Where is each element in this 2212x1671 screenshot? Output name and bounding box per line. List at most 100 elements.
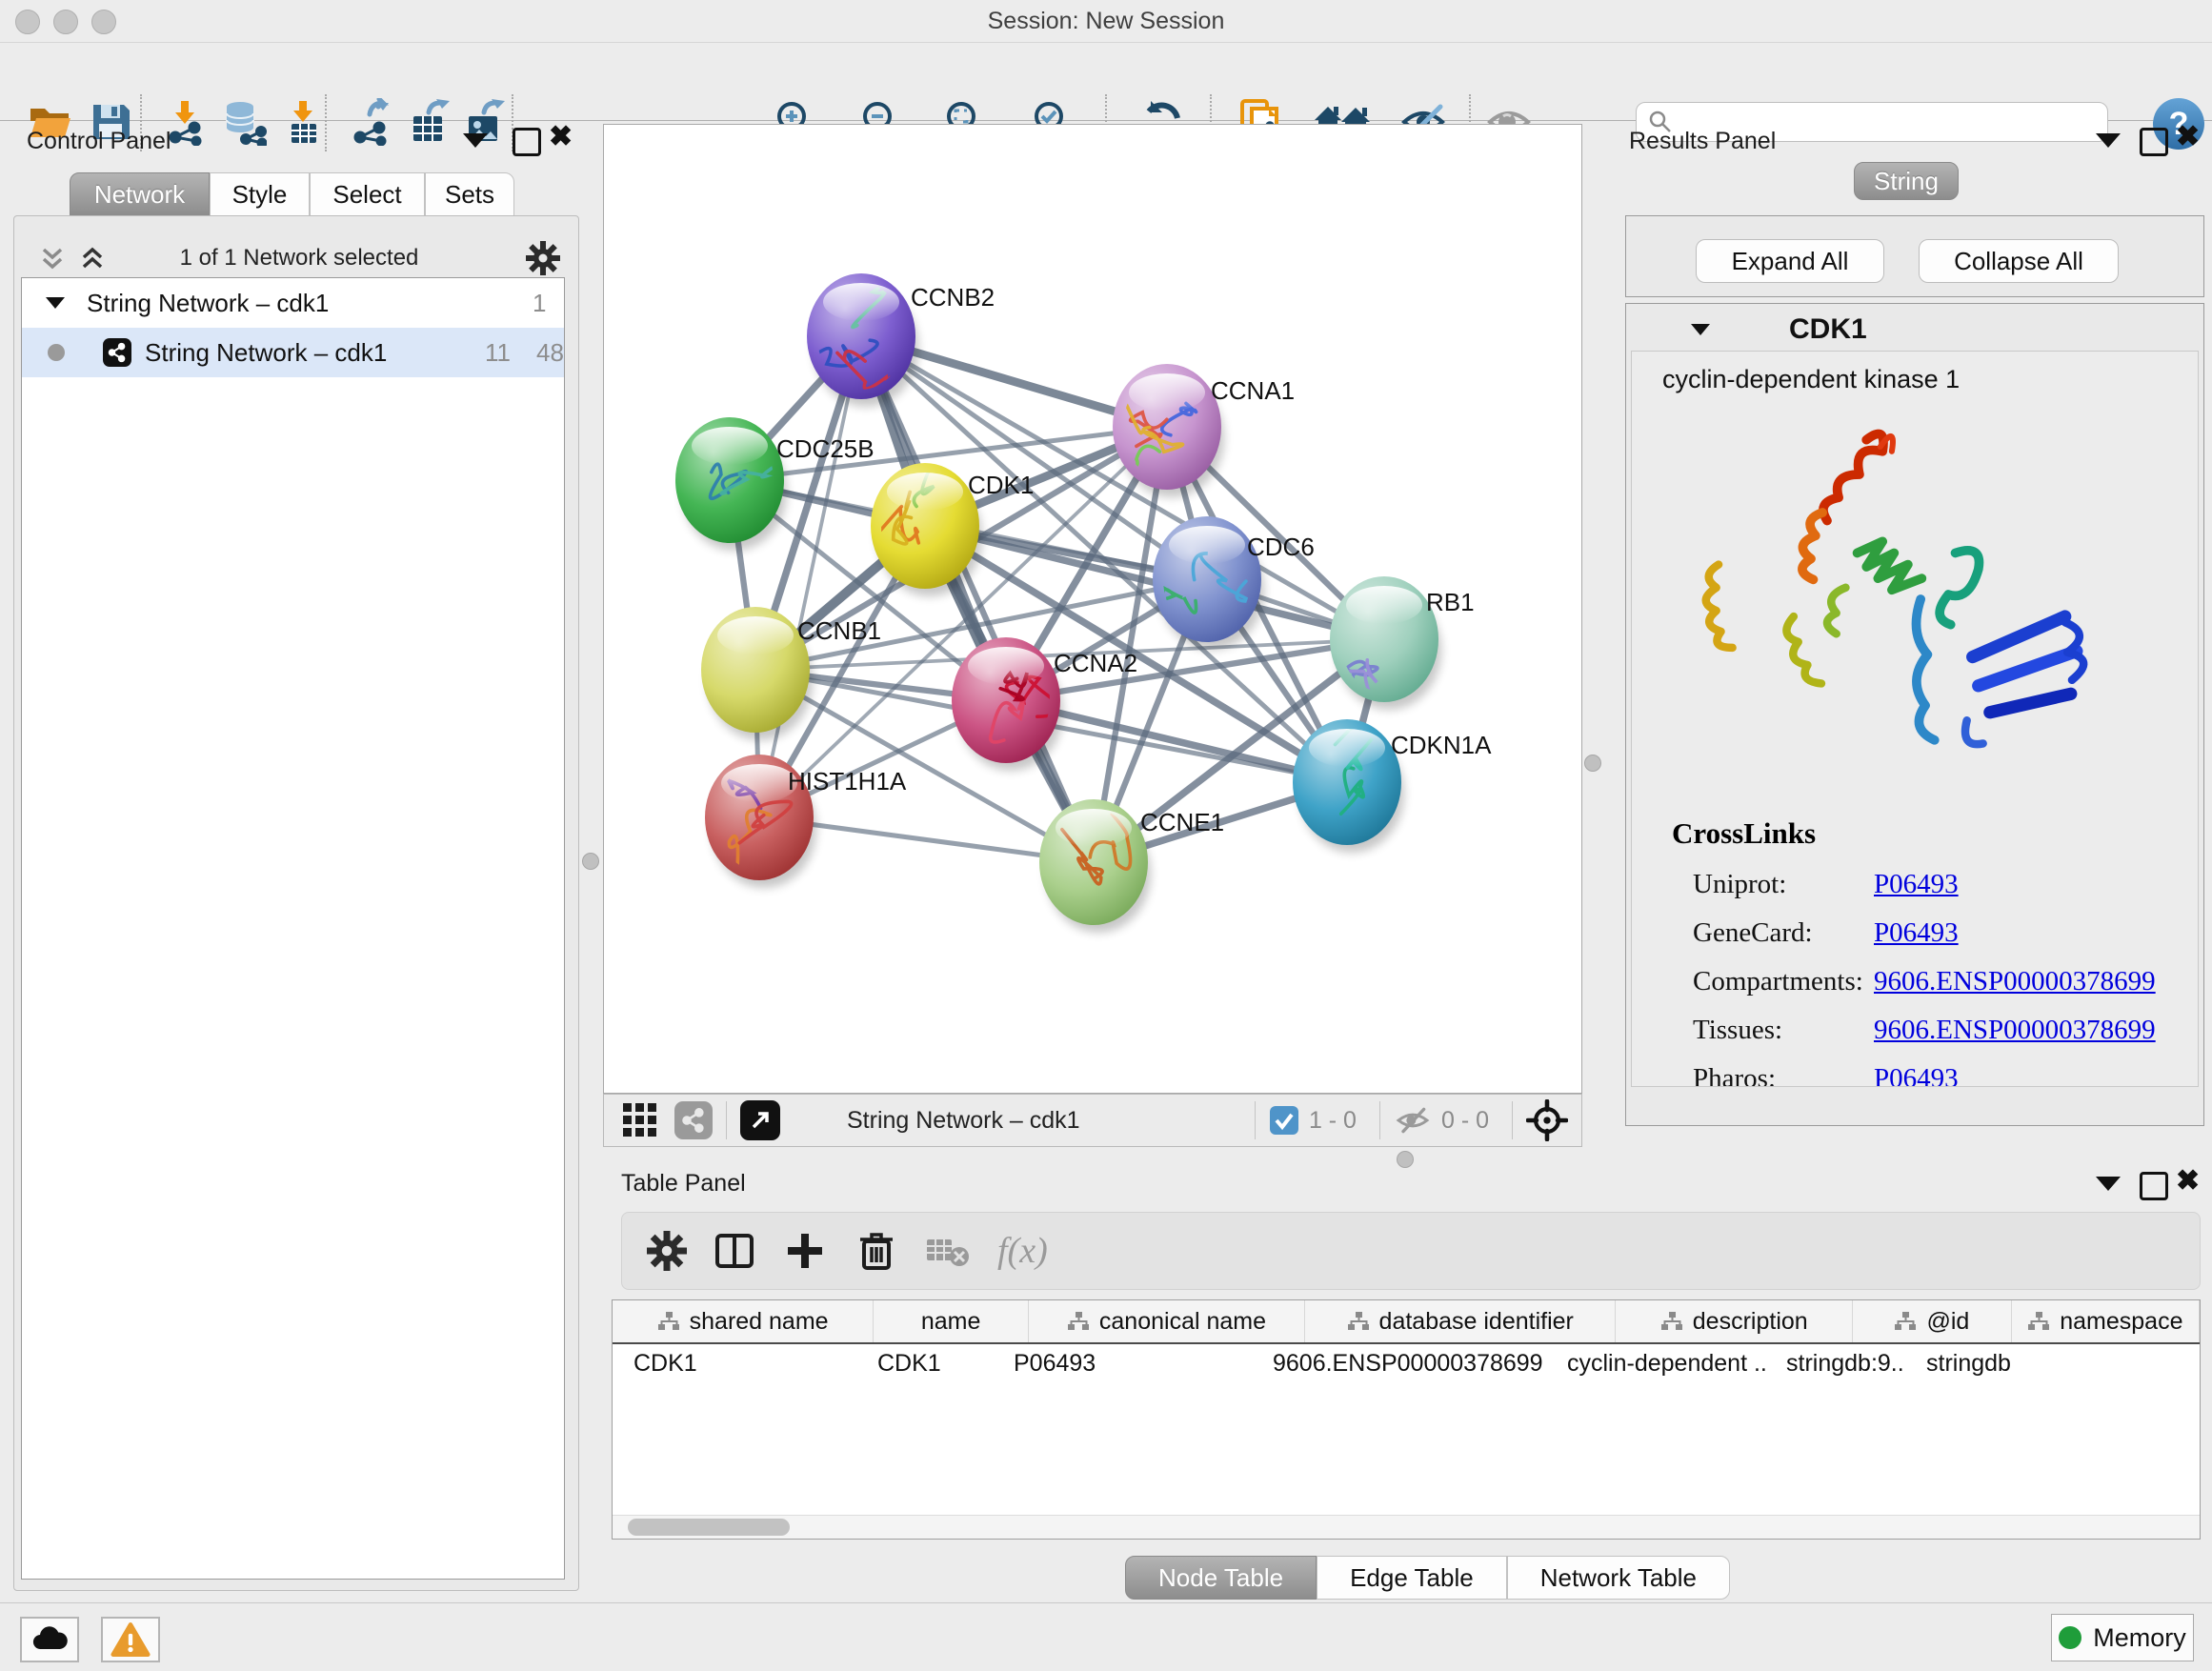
crosslink-link[interactable]: P06493 (1874, 917, 1959, 949)
crosslink-label: Compartments: (1693, 966, 1874, 997)
table-cell[interactable]: 9606.ENSP00000378699 (1252, 1350, 1546, 1378)
tab-node-table[interactable]: Node Table (1125, 1556, 1317, 1600)
network-list-toolbar: 1 of 1 Network selected (23, 238, 568, 278)
panel-float-icon[interactable] (2140, 1172, 2168, 1200)
crosslink-row: GeneCard:P06493 (1693, 909, 2156, 957)
crosshair-icon[interactable] (1526, 1099, 1568, 1141)
panel-close-icon[interactable]: ✖ (2176, 1170, 2200, 1193)
status-bar: Memory (0, 1602, 2212, 1671)
tab-sets[interactable]: Sets (425, 172, 514, 216)
table-horizontal-scrollbar[interactable] (613, 1515, 2200, 1539)
panel-menu-icon[interactable] (463, 133, 488, 148)
gene-section-header[interactable]: CDK1 (1631, 309, 2199, 352)
gene-details: cyclin-dependent kinase 1 (1631, 351, 2199, 1087)
hidden-eye-icon (1394, 1101, 1432, 1139)
export-network-icon[interactable] (349, 98, 394, 146)
collapse-all-icon[interactable] (36, 242, 69, 274)
right-splitter-handle[interactable] (1584, 755, 1601, 772)
crosslink-link[interactable]: 9606.ENSP00000378699 (1874, 1015, 2156, 1046)
table-cell[interactable]: CDK1 (613, 1350, 856, 1378)
network-icon (103, 338, 131, 367)
panel-float-icon[interactable] (513, 128, 541, 156)
panel-close-icon[interactable]: ✖ (549, 126, 573, 149)
network-tree-root-row[interactable]: String Network – cdk1 1 (22, 278, 564, 328)
crosslink-row: Tissues:9606.ENSP00000378699 (1693, 1006, 2156, 1055)
left-splitter-handle[interactable] (582, 853, 599, 870)
tab-network[interactable]: Network (70, 172, 210, 216)
add-column-icon[interactable] (784, 1230, 826, 1272)
column-type-icon (1660, 1311, 1683, 1332)
memory-status-dot (2059, 1626, 2081, 1649)
collapse-section-icon[interactable] (1688, 317, 1713, 342)
birds-eye-view-icon[interactable] (740, 1100, 780, 1140)
warning-button[interactable] (101, 1617, 160, 1662)
control-panel-title: Control Panel (27, 128, 171, 155)
collapse-all-button[interactable]: Collapse All (1919, 239, 2119, 283)
import-table-icon[interactable] (280, 98, 326, 146)
tab-style[interactable]: Style (210, 172, 310, 216)
panel-float-icon[interactable] (2140, 128, 2168, 156)
expand-all-icon[interactable] (76, 242, 109, 274)
tab-network-table[interactable]: Network Table (1507, 1556, 1730, 1600)
panel-menu-icon[interactable] (2096, 133, 2121, 148)
export-table-icon[interactable] (406, 98, 452, 146)
table-cell[interactable]: stringdb (1905, 1350, 2075, 1378)
column-header[interactable]: shared name (613, 1300, 874, 1342)
protein-structure-image (1679, 414, 2127, 795)
main-toolbar: ? (0, 43, 2212, 121)
gear-icon[interactable] (526, 241, 560, 275)
network-graph[interactable]: CCNB2CCNA1CDC25BCDK1CDC6RB1CCNB1CCNA2CDK… (604, 125, 1581, 1093)
node-count: 11 (485, 338, 511, 368)
node-label: HIST1H1A (788, 767, 907, 795)
import-network-database-icon[interactable] (221, 98, 267, 146)
network-canvas[interactable]: CCNB2CCNA1CDC25BCDK1CDC6RB1CCNB1CCNA2CDK… (603, 124, 1582, 1094)
table-cell[interactable]: CDK1 (856, 1350, 993, 1378)
tree-collapse-icon[interactable] (43, 291, 68, 315)
title-bar: Session: New Session (0, 0, 2212, 43)
toolbar-separator (726, 1101, 727, 1139)
node-label: CCNA2 (1054, 649, 1137, 677)
bottom-splitter-handle[interactable] (1397, 1151, 1414, 1168)
network-status-dot (48, 344, 65, 361)
memory-button[interactable]: Memory (2051, 1614, 2194, 1661)
tab-string[interactable]: String (1854, 162, 1959, 200)
column-header[interactable]: database identifier (1305, 1300, 1616, 1342)
function-builder-icon: f(x) (997, 1230, 1048, 1272)
column-header[interactable]: description (1616, 1300, 1853, 1342)
selected-checkbox-icon[interactable] (1269, 1105, 1299, 1136)
column-header[interactable]: @id (1853, 1300, 2012, 1342)
panel-close-icon[interactable]: ✖ (2176, 126, 2200, 149)
tab-edge-table[interactable]: Edge Table (1317, 1556, 1507, 1600)
crosslink-link[interactable]: 9606.ENSP00000378699 (1874, 966, 2156, 997)
network-tree-child-row[interactable]: String Network – cdk1 11 48 (22, 328, 564, 377)
collection-count: 1 (533, 289, 546, 318)
panel-menu-icon[interactable] (2096, 1177, 2121, 1191)
expand-all-button[interactable]: Expand All (1696, 239, 1884, 283)
column-header[interactable]: canonical name (1029, 1300, 1305, 1342)
table-cell[interactable]: P06493 (993, 1350, 1252, 1378)
cloud-button[interactable] (20, 1617, 79, 1662)
column-header[interactable]: name (874, 1300, 1029, 1342)
node-table[interactable]: shared namenamecanonical namedatabase id… (612, 1299, 2201, 1540)
table-cell[interactable]: stringdb:9... (1765, 1350, 1905, 1378)
scrollbar-thumb[interactable] (628, 1519, 790, 1536)
table-cell[interactable]: cyclin-dependent ... (1546, 1350, 1765, 1378)
network-view-toolbar: String Network – cdk1 1 - 0 0 - 0 (603, 1094, 1582, 1147)
crosslinks-list: Uniprot:P06493GeneCard:P06493 Compartment… (1693, 860, 2156, 1087)
gear-icon[interactable] (647, 1231, 687, 1271)
memory-label: Memory (2093, 1623, 2186, 1653)
tab-select[interactable]: Select (310, 172, 425, 216)
crosslink-row: Uniprot:P06493 (1693, 860, 2156, 909)
column-type-icon (2027, 1311, 2050, 1332)
grid-view-icon[interactable] (621, 1101, 659, 1139)
crosslink-link[interactable]: P06493 (1874, 1063, 1959, 1087)
results-panel-title: Results Panel (1629, 128, 1776, 155)
table-row[interactable]: CDK1CDK1P064939606.ENSP00000378699cyclin… (613, 1344, 2200, 1382)
network-view-icon[interactable] (674, 1101, 713, 1139)
network-edge[interactable] (759, 336, 861, 817)
crosslink-link[interactable]: P06493 (1874, 869, 1959, 900)
column-header[interactable]: namespace (2012, 1300, 2200, 1342)
node-label: CCNA1 (1211, 376, 1295, 405)
delete-column-icon[interactable] (856, 1230, 896, 1272)
show-columns-icon[interactable] (714, 1230, 755, 1272)
